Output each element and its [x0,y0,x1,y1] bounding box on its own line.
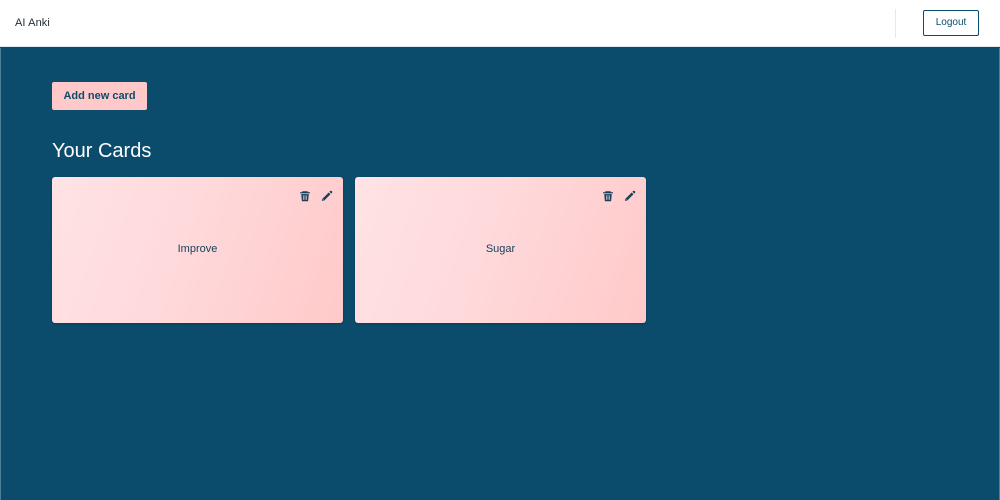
cards-workspace: Add new card Your Cards Improve Sugar [0,48,1000,500]
header-divider [895,9,896,38]
your-cards-heading: Your Cards [52,140,152,162]
add-new-card-button[interactable]: Add new card [52,82,147,110]
flashcard-sugar[interactable]: Sugar [355,177,646,323]
top-navigation-bar: AI Anki Logout [0,0,1000,47]
app-title: AI Anki [15,17,50,29]
edit-card-button[interactable] [320,189,334,203]
edit-card-button[interactable] [623,189,637,203]
delete-card-button[interactable] [601,189,615,203]
pencil-icon [322,190,333,201]
flashcard-improve[interactable]: Improve [52,177,343,323]
trash-icon [300,191,310,202]
card-word: Improve [177,243,218,255]
delete-card-button[interactable] [298,189,312,203]
trash-icon [603,191,613,202]
card-word: Sugar [485,243,516,255]
logout-button[interactable]: Logout [923,10,979,36]
pencil-icon [625,190,636,201]
